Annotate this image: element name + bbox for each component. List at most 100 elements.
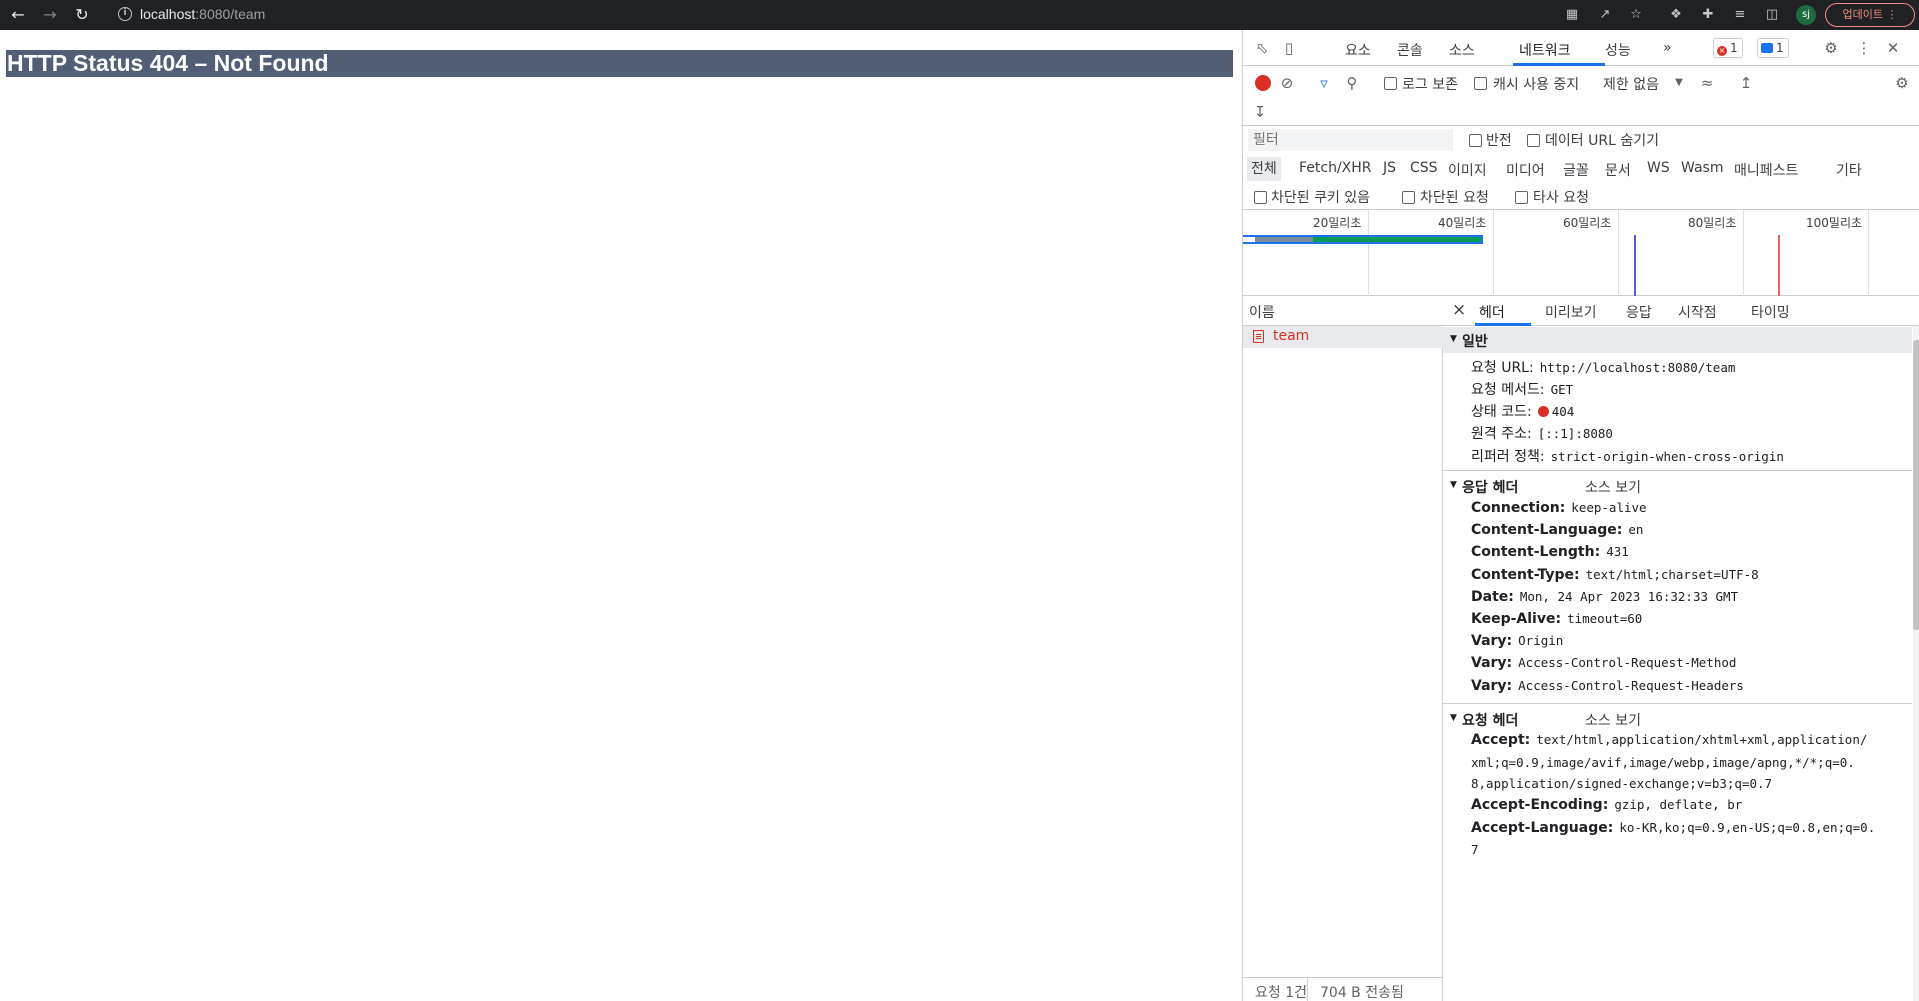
divider (1443, 703, 1912, 704)
hide-data-urls-checkbox[interactable] (1527, 134, 1540, 147)
type-fetch-xhr[interactable]: Fetch/XHR (1299, 160, 1372, 176)
network-settings-icon[interactable]: ⚙ (1892, 73, 1912, 93)
accept-encoding-row: Accept-Encoding: gzip, deflate, br (1471, 797, 1743, 813)
third-party-checkbox[interactable] (1515, 191, 1528, 204)
blocked-requests-checkbox[interactable] (1402, 191, 1415, 204)
remote-address-row: 원격 주소: [::1]:8080 (1471, 426, 1613, 442)
clear-icon[interactable]: ⊘ (1277, 73, 1297, 93)
detail-tabbar: × 헤더 미리보기 응답 시작점 타이밍 (1443, 296, 1919, 326)
tab-preview[interactable]: 미리보기 (1545, 302, 1597, 322)
invert-checkbox[interactable] (1469, 134, 1482, 147)
extension-icon[interactable]: ❖ (1667, 6, 1685, 24)
third-party-label: 타사 요청 (1533, 190, 1589, 206)
tab-initiator[interactable]: 시작점 (1678, 302, 1717, 322)
tab-timing[interactable]: 타이밍 (1751, 302, 1790, 322)
type-image[interactable]: 이미지 (1448, 160, 1487, 180)
record-button[interactable] (1255, 75, 1271, 91)
blocked-cookies-label: 차단된 쿠키 있음 (1271, 190, 1371, 206)
collapse-triangle-icon: ▼ (1450, 480, 1457, 490)
hide-data-urls-label: 데이터 URL 숨기기 (1545, 133, 1659, 149)
request-headers-section-header[interactable]: ▼ 요청 헤더 소스 보기 (1443, 706, 1912, 732)
accept-header-value-cont: 8,application/signed-exchange;v=b3;q=0.7 (1471, 776, 1773, 791)
referrer-policy-row: 리퍼러 정책: strict-origin-when-cross-origin (1471, 449, 1784, 465)
site-info-icon[interactable]: i (118, 7, 132, 21)
tab-elements[interactable]: 요소 (1345, 40, 1371, 60)
export-har-icon[interactable]: ↧ (1250, 102, 1270, 122)
request-url-row: 요청 URL: http://localhost:8080/team (1471, 360, 1736, 376)
type-font[interactable]: 글꼴 (1563, 160, 1589, 180)
message-icon (1761, 43, 1773, 53)
inspect-element-icon[interactable]: ⬁ (1252, 38, 1272, 58)
response-headers-section-header[interactable]: ▼ 응답 헤더 소스 보기 (1443, 473, 1912, 499)
scrollbar[interactable] (1913, 326, 1919, 1001)
divider (1443, 470, 1912, 471)
preserve-log-checkbox[interactable] (1384, 77, 1397, 90)
network-overview-timeline[interactable]: 20밀리초 40밀리초 60밀리초 80밀리초 100밀리초 (1243, 210, 1919, 296)
view-source-link[interactable]: 소스 보기 (1585, 477, 1641, 497)
device-toolbar-icon[interactable]: ▯ (1279, 38, 1299, 58)
type-manifest[interactable]: 매니페스트 (1734, 160, 1798, 180)
tick-label: 40밀리초 (1438, 216, 1487, 230)
type-all[interactable]: 전체 (1247, 157, 1281, 181)
scrollbar-thumb[interactable] (1913, 340, 1919, 630)
side-panel-icon[interactable]: ◫ (1763, 6, 1781, 24)
avatar[interactable]: sj (1796, 5, 1816, 25)
blocked-cookies-checkbox[interactable] (1254, 191, 1267, 204)
request-count: 요청 1건 (1255, 985, 1307, 1001)
tab-response[interactable]: 응답 (1626, 302, 1652, 322)
dom-content-loaded-line (1634, 235, 1636, 296)
grid-line (1868, 210, 1869, 296)
type-ws[interactable]: WS (1647, 160, 1670, 176)
bookmark-star-icon[interactable]: ☆ (1627, 6, 1645, 24)
search-icon[interactable]: ⚲ (1342, 73, 1362, 93)
translate-icon[interactable]: ▦ (1563, 6, 1581, 24)
tab-sources[interactable]: 소스 (1449, 40, 1475, 60)
disable-cache-checkbox[interactable] (1474, 77, 1487, 90)
close-devtools-icon[interactable]: ✕ (1883, 38, 1903, 58)
general-section-header[interactable]: ▼ 일반 (1443, 327, 1912, 353)
error-count-badge[interactable]: × 1 (1713, 38, 1743, 58)
page-title: HTTP Status 404 – Not Found (6, 50, 1233, 77)
type-wasm[interactable]: Wasm (1681, 160, 1723, 176)
table-row[interactable]: team (1243, 326, 1443, 348)
grid-line (1493, 210, 1494, 296)
request-list-header[interactable]: 이름 (1243, 296, 1443, 326)
response-header-row: Vary: Access-Control-Request-Headers (1471, 677, 1744, 694)
chevron-down-icon[interactable]: ▼ (1669, 73, 1689, 93)
message-count-badge[interactable]: 1 (1757, 38, 1789, 58)
preserve-log-label: 로그 보존 (1402, 77, 1458, 93)
request-bar-download (1313, 237, 1481, 242)
puzzle-extensions-icon[interactable]: ✚ (1699, 6, 1717, 24)
back-icon[interactable]: ← (8, 5, 28, 25)
close-detail-icon[interactable]: × (1452, 300, 1466, 320)
forward-icon[interactable]: → (40, 5, 60, 25)
tab-headers[interactable]: 헤더 (1479, 302, 1505, 322)
more-tabs-icon[interactable]: » (1663, 40, 1672, 56)
type-doc[interactable]: 문서 (1605, 160, 1631, 180)
tab-console[interactable]: 콘솔 (1397, 40, 1423, 60)
update-button[interactable]: 업데이트 ⋮ (1825, 3, 1915, 27)
type-media[interactable]: 미디어 (1506, 160, 1545, 180)
type-js[interactable]: JS (1383, 160, 1396, 176)
tab-performance[interactable]: 성능 (1605, 40, 1631, 60)
settings-gear-icon[interactable]: ⚙ (1821, 38, 1841, 58)
request-detail: × 헤더 미리보기 응답 시작점 타이밍 ▼ 일반 요청 URL: http://… (1443, 296, 1919, 1001)
view-source-link[interactable]: 소스 보기 (1585, 710, 1641, 730)
collapse-triangle-icon: ▼ (1450, 713, 1457, 723)
network-conditions-icon[interactable]: ≈ (1697, 73, 1717, 93)
kebab-menu-icon[interactable]: ⋮ (1854, 38, 1874, 58)
filter-input[interactable] (1248, 129, 1453, 151)
reload-icon[interactable]: ↻ (72, 5, 92, 25)
resource-type-filters: 전체 Fetch/XHR JS CSS 이미지 미디어 글꼴 문서 WS Was… (1243, 156, 1919, 184)
type-css[interactable]: CSS (1410, 160, 1438, 176)
import-har-icon[interactable]: ↥ (1736, 73, 1756, 93)
type-other[interactable]: 기타 (1836, 160, 1862, 180)
throttle-select[interactable]: 제한 없음 (1603, 74, 1659, 94)
tab-network[interactable]: 네트워크 (1519, 40, 1571, 60)
filter-bar: 반전 데이터 URL 숨기기 (1243, 126, 1919, 156)
share-icon[interactable]: ↗ (1596, 6, 1614, 24)
reading-list-icon[interactable]: ≡ (1731, 6, 1749, 24)
name-column-header: 이름 (1249, 305, 1275, 321)
filter-icon[interactable]: ▿ (1314, 73, 1334, 93)
address-bar[interactable]: i localhost:8080/team (108, 3, 1610, 27)
